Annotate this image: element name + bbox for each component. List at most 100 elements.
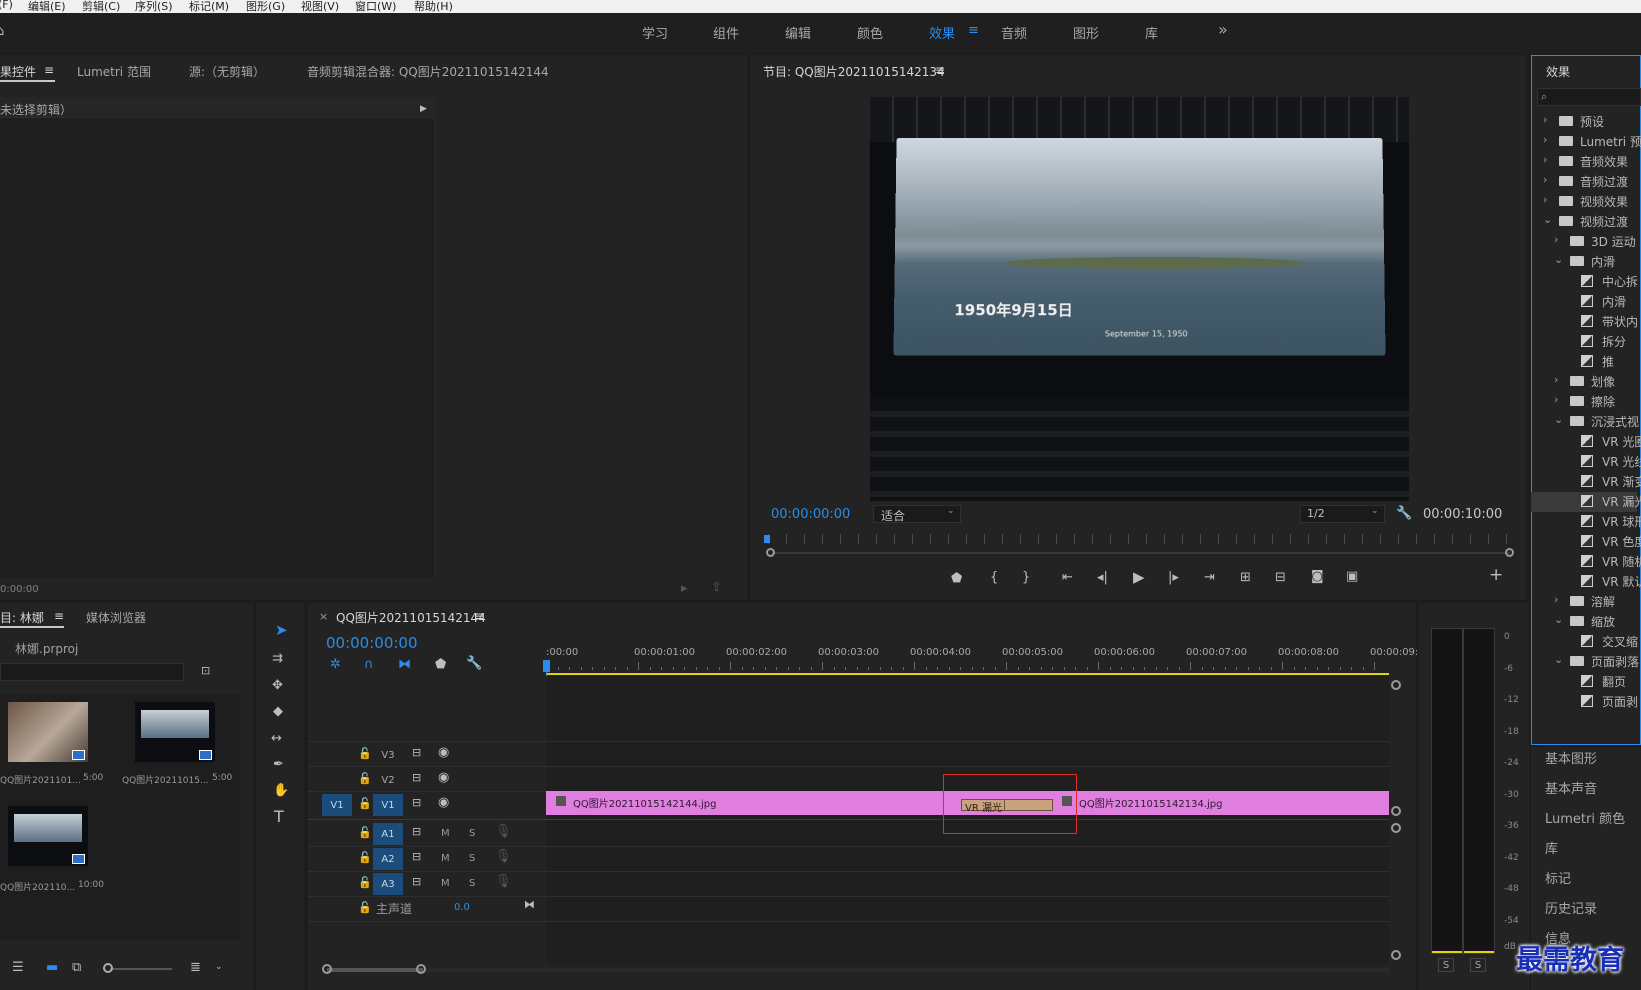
timeline-vscroll-audio-handle[interactable] <box>1391 823 1401 833</box>
effect-item-21[interactable]: VR 色度 <box>1535 532 1641 552</box>
effect-item-20[interactable]: VR 球形 <box>1535 512 1641 532</box>
timeline-hscroll-thumb[interactable] <box>327 968 423 972</box>
effects-search-input[interactable]: ⌕ <box>1537 88 1641 106</box>
lock-icon[interactable]: 🔓 <box>358 876 372 890</box>
panel-markers[interactable]: 标记 <box>1545 868 1571 887</box>
home-icon[interactable]: ⌂ <box>0 25 4 39</box>
program-zoom-bar[interactable] <box>772 552 1510 554</box>
menu-graphics[interactable]: 图形(G) <box>246 0 285 14</box>
tab-project-menu-icon[interactable]: ≡ <box>54 609 64 623</box>
toggle-sync-icon[interactable]: ⊟ <box>412 746 421 760</box>
sort-chevron-down-icon[interactable]: ⌄ <box>215 960 223 974</box>
menu-window[interactable]: 窗口(W) <box>355 0 396 14</box>
razor-tool-icon[interactable]: ◆ <box>273 705 283 719</box>
pen-tool-icon[interactable]: ✒ <box>273 758 284 772</box>
menu-marker[interactable]: 标记(M) <box>189 0 229 14</box>
program-timecode[interactable]: 00:00:00:00 <box>771 507 850 522</box>
play-icon[interactable]: ▶ <box>1133 570 1145 585</box>
chevron-right-icon[interactable]: › <box>1554 593 1558 606</box>
workspace-menu-icon[interactable]: ≡ <box>968 23 979 38</box>
lock-icon[interactable]: 🔓 <box>358 851 372 865</box>
workspace-more-icon[interactable]: » <box>1218 20 1228 39</box>
wrench-icon[interactable]: 🔧 <box>1396 507 1412 521</box>
chevron-right-icon[interactable]: › <box>1543 173 1547 186</box>
workspace-color[interactable]: 颜色 <box>857 23 883 42</box>
hand-tool-icon[interactable]: ✋ <box>273 784 289 798</box>
mute-button[interactable]: M <box>441 828 450 839</box>
workspace-graphics[interactable]: 图形 <box>1073 23 1099 42</box>
eye-icon[interactable]: ◉ <box>438 771 449 785</box>
go-to-next-edit-icon[interactable]: ⧓ <box>524 898 535 912</box>
effect-item-22[interactable]: VR 随机 <box>1535 552 1641 572</box>
lock-icon[interactable]: 🔓 <box>358 747 372 761</box>
effect-item-10[interactable]: 带状内 <box>1535 312 1641 332</box>
lock-icon[interactable]: 🔓 <box>358 772 372 786</box>
project-item-thumb-3[interactable] <box>8 806 88 866</box>
microphone-icon[interactable]: 🎙 <box>495 875 512 889</box>
track-a2[interactable]: A2 <box>373 848 403 870</box>
chevron-right-icon[interactable]: › <box>1543 113 1547 126</box>
icon-view-icon[interactable]: ▬ <box>46 961 58 975</box>
solo-button[interactable]: S <box>469 853 475 864</box>
chevron-down-icon[interactable]: ⌄ <box>1554 253 1563 266</box>
chevron-down-icon[interactable]: ⌄ <box>1554 613 1563 626</box>
mute-button[interactable]: M <box>441 853 450 864</box>
toggle-sync-icon[interactable]: ⊟ <box>412 825 421 839</box>
eye-icon[interactable]: ◉ <box>438 796 449 810</box>
thumbnail-zoom-handle[interactable] <box>103 963 113 973</box>
chevron-down-icon[interactable]: ⌄ <box>1554 653 1563 666</box>
timeline-vscroll-bottom2-handle[interactable] <box>1391 950 1401 960</box>
master-track-value[interactable]: 0.0 <box>454 902 470 913</box>
meter-solo-left[interactable]: S <box>1438 958 1454 972</box>
chevron-right-icon[interactable]: › <box>1554 393 1558 406</box>
workspace-libraries[interactable]: 库 <box>1145 23 1158 42</box>
menu-help[interactable]: 帮助(H) <box>414 0 453 14</box>
zoom-handle-right[interactable] <box>1505 548 1514 557</box>
type-tool-icon[interactable]: T <box>274 809 284 825</box>
effect-item-4[interactable]: › 视频效果 <box>1535 192 1641 212</box>
chevron-right-icon[interactable]: › <box>1554 233 1558 246</box>
lift-icon[interactable]: ⊞ <box>1240 571 1251 585</box>
effect-item-7[interactable]: ⌄ 内滑 <box>1535 252 1641 272</box>
microphone-icon[interactable]: 🎙 <box>495 825 512 839</box>
timeline-settings-wrench-icon[interactable]: 🔧 <box>466 657 482 671</box>
hscroll-left-handle[interactable] <box>322 964 332 974</box>
extract-icon[interactable]: ⊟ <box>1275 571 1286 585</box>
workspace-assembly[interactable]: 组件 <box>713 23 739 42</box>
effect-item-12[interactable]: 推 <box>1535 352 1641 372</box>
fit-dropdown[interactable]: 适合 ⌄ <box>873 505 961 523</box>
track-v2[interactable]: V2 <box>373 769 403 791</box>
clip-v1-first[interactable]: QQ图片20211015142144.jpg <box>546 791 952 815</box>
lock-icon[interactable]: 🔓 <box>358 901 372 915</box>
tab-lumetri-scopes[interactable]: Lumetri 范围 <box>77 63 151 80</box>
chevron-right-icon[interactable]: › <box>1543 133 1547 146</box>
effect-item-16[interactable]: VR 光圈 <box>1535 432 1641 452</box>
mute-button[interactable]: M <box>441 878 450 889</box>
play-only-audio-icon[interactable]: ▸ <box>681 582 688 596</box>
effect-item-14[interactable]: › 擦除 <box>1535 392 1641 412</box>
chevron-right-icon[interactable]: › <box>1543 193 1547 206</box>
tab-audio-clip-mixer[interactable]: 音频剪辑混合器: QQ图片20211015142144 <box>307 63 549 80</box>
workspace-learn[interactable]: 学习 <box>642 23 668 42</box>
solo-button[interactable]: S <box>469 828 475 839</box>
workspace-editing[interactable]: 编辑 <box>785 23 811 42</box>
project-search-input[interactable] <box>0 663 184 681</box>
effect-item-11[interactable]: 拆分 <box>1535 332 1641 352</box>
time-ruler[interactable]: :00:00 00:00:01:00 00:00:02:00 00:00:03:00 0… <box>546 644 1418 674</box>
linked-selection-icon[interactable]: ⧓ <box>398 658 411 672</box>
slip-tool-icon[interactable]: ↔ <box>271 732 282 746</box>
workspace-audio[interactable]: 音频 <box>1001 23 1027 42</box>
eye-icon[interactable]: ◉ <box>438 746 449 760</box>
step-back-icon[interactable]: ◂| <box>1097 571 1108 585</box>
add-marker-icon[interactable]: ⬟ <box>435 658 446 672</box>
timeline-close-icon[interactable]: × <box>319 610 328 623</box>
tab-effect-controls[interactable]: 果控件 <box>0 63 36 80</box>
lock-icon[interactable]: 🔓 <box>358 797 372 811</box>
menu-file[interactable]: (F) <box>0 0 13 11</box>
chevron-down-icon[interactable]: ⌄ <box>1543 213 1552 226</box>
go-to-out-icon[interactable]: ⇥ <box>1204 571 1215 585</box>
tab-project[interactable]: 目: 林娜 <box>0 609 44 626</box>
add-marker-icon[interactable]: ⬟ <box>951 572 962 586</box>
effect-item-27[interactable]: ⌄ 页面剥落 <box>1535 652 1641 672</box>
toggle-sync-icon[interactable]: ⊟ <box>412 796 421 810</box>
